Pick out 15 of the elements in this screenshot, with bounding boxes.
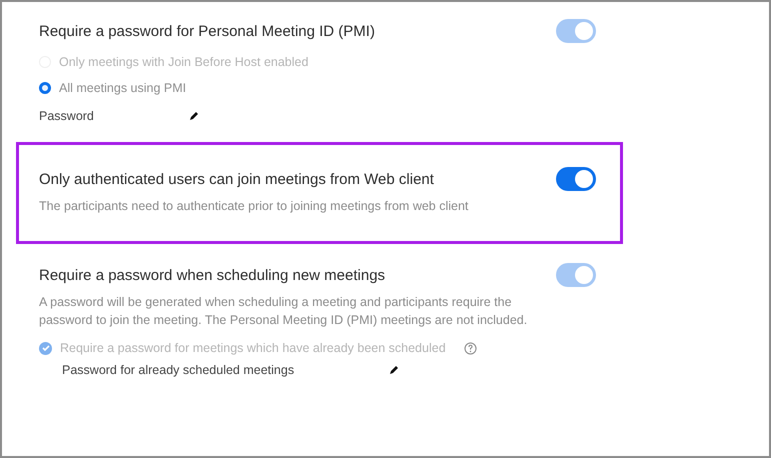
option-label: All meetings using PMI [59, 81, 186, 95]
pencil-icon[interactable] [188, 111, 199, 121]
radio-button[interactable] [39, 82, 51, 94]
setting-title: Require a password when scheduling new meetings [39, 266, 386, 284]
setting-title: Require a password for Personal Meeting ID (PMI) [39, 22, 375, 40]
setting-description: A password will be generated when scheduling a meeting and participants require the password to join the meeting. The Personal Meeting ID (PMI) meetings are not included. [39, 294, 528, 329]
toggle-switch[interactable] [556, 167, 596, 191]
password-label: Password [39, 109, 94, 123]
check-icon [42, 344, 50, 352]
option-label: Only meetings with Join Before Host enabled [59, 55, 308, 69]
setting-title: Only authenticated users can join meetings from Web client [39, 170, 434, 188]
pencil-icon[interactable] [389, 365, 400, 375]
setting-description: The participants need to authenticate prior to joining meetings from web client [39, 198, 470, 215]
option-label: Require a password for meetings which have already been scheduled [60, 341, 446, 355]
password-label: Password for already scheduled meetings [62, 363, 294, 377]
